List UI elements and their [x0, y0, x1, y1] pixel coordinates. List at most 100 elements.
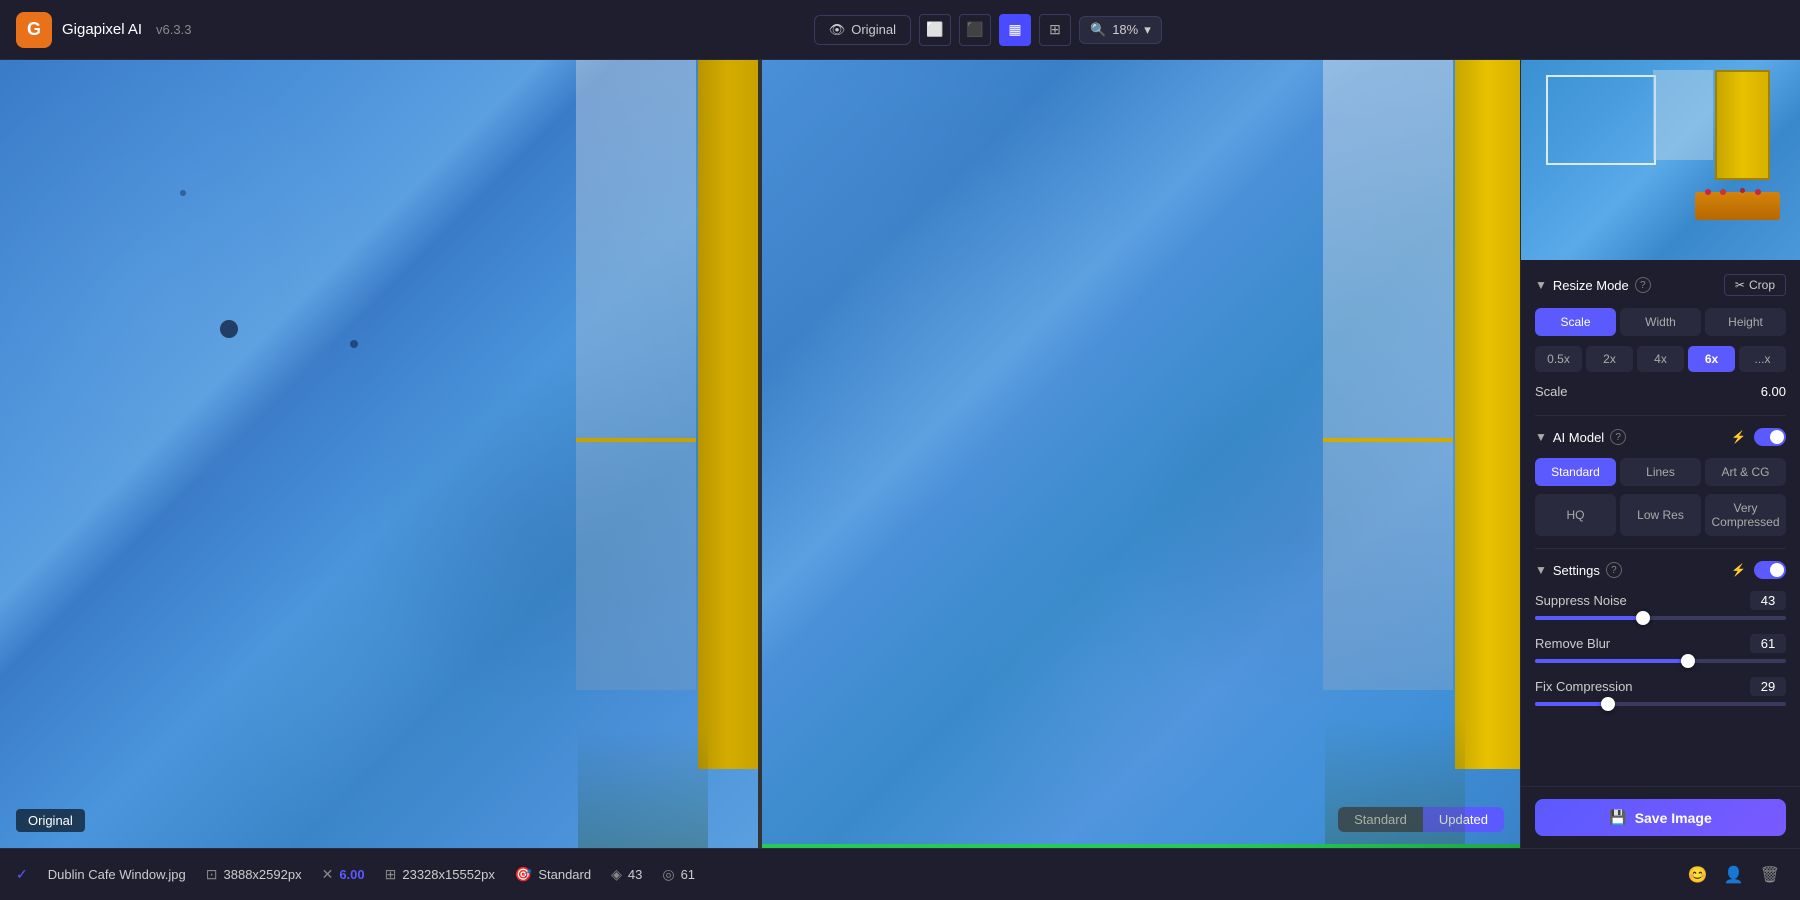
filename: Dublin Cafe Window.jpg — [48, 867, 186, 882]
person-icon[interactable]: 👤 — [1720, 861, 1748, 889]
ai-model-chevron-icon[interactable]: ▼ — [1535, 430, 1547, 444]
fix-compression-value: 29 — [1750, 677, 1786, 696]
output-size-icon: ⊞ — [385, 866, 397, 883]
crop-button[interactable]: ✂ Crop — [1724, 274, 1786, 296]
resize-mode-buttons: Scale Width Height — [1535, 308, 1786, 336]
width-mode-button[interactable]: Width — [1620, 308, 1701, 336]
resize-mode-help-icon[interactable]: ? — [1635, 277, 1651, 293]
divider-2 — [1535, 548, 1786, 549]
view-split-v-button[interactable]: ⬛ — [959, 14, 991, 46]
suppress-noise-control: Suppress Noise 43 — [1535, 591, 1786, 620]
model-art-cg-button[interactable]: Art & CG — [1705, 458, 1786, 486]
fix-compression-control: Fix Compression 29 — [1535, 677, 1786, 706]
save-area: 💾 Save Image — [1521, 786, 1800, 848]
view-quad-button[interactable]: ⊞ — [1039, 14, 1071, 46]
scale-preset-buttons: 0.5x 2x 4x 6x ...x — [1535, 346, 1786, 372]
blur-stat: ◎ 61 — [662, 866, 695, 883]
ai-model-section-header: ▼ AI Model ? ⚡ — [1535, 428, 1786, 446]
height-mode-button[interactable]: Height — [1705, 308, 1786, 336]
resize-chevron-icon[interactable]: ▼ — [1535, 278, 1547, 292]
suppress-noise-value: 43 — [1750, 591, 1786, 610]
model-standard-button[interactable]: Standard — [1535, 458, 1616, 486]
scale-custom-button[interactable]: ...x — [1739, 346, 1786, 372]
scale-2x-button[interactable]: 2x — [1586, 346, 1633, 372]
eye-icon: 👁 — [829, 22, 846, 38]
right-image-pane: Standard Updated — [762, 60, 1520, 848]
noise-stat: ◈ 43 — [611, 866, 642, 883]
chevron-down-icon: ▾ — [1144, 22, 1151, 38]
ai-model-help-icon[interactable]: ? — [1610, 429, 1626, 445]
thumbnail-area — [1521, 60, 1800, 260]
logo-area: G Gigapixel AI v6.3.3 — [16, 12, 191, 48]
face-happy-icon[interactable]: 😊 — [1684, 861, 1712, 889]
original-size-value: 3888x2592px — [224, 867, 302, 882]
settings-help-icon[interactable]: ? — [1606, 562, 1622, 578]
view-single-button[interactable]: ⬜ — [919, 14, 951, 46]
fix-compression-fill — [1535, 702, 1608, 706]
scale-6x-button[interactable]: 6x — [1688, 346, 1735, 372]
suppress-noise-thumb[interactable] — [1636, 611, 1650, 625]
original-button[interactable]: 👁 Original — [814, 15, 911, 45]
output-size-value: 23328x15552px — [402, 867, 495, 882]
zoom-control[interactable]: 🔍 18% ▾ — [1079, 16, 1162, 44]
remove-blur-thumb[interactable] — [1681, 654, 1695, 668]
zoom-value: 18% — [1112, 22, 1138, 37]
settings-section-header: ▼ Settings ? ⚡ — [1535, 561, 1786, 579]
noise-icon: ◈ — [611, 866, 622, 883]
model-lines-button[interactable]: Lines — [1620, 458, 1701, 486]
model-very-compressed-button[interactable]: Very Compressed — [1705, 494, 1786, 536]
scale-icon: ✕ — [322, 866, 334, 883]
scale-4x-button[interactable]: 4x — [1637, 346, 1684, 372]
toolbar-center: 👁 Original ⬜ ⬛ ▦ ⊞ 🔍 18% ▾ — [191, 14, 1784, 46]
canvas-area[interactable]: Original Standard Upd — [0, 60, 1520, 848]
model-hq-button[interactable]: HQ — [1535, 494, 1616, 536]
suppress-noise-track[interactable] — [1535, 616, 1786, 620]
bottom-actions: 😊 👤 🗑 — [1684, 861, 1784, 889]
title-bar: G Gigapixel AI v6.3.3 👁 Original ⬜ ⬛ ▦ ⊞… — [0, 0, 1800, 60]
image-size-icon: ⊡ — [206, 866, 218, 883]
scale-0-5x-button[interactable]: 0.5x — [1535, 346, 1582, 372]
divider-1 — [1535, 415, 1786, 416]
fix-compression-track[interactable] — [1535, 702, 1786, 706]
model-stat-value: Standard — [538, 867, 591, 882]
ai-bolt-icon: ⚡ — [1731, 430, 1746, 444]
settings-toggle[interactable] — [1754, 561, 1786, 579]
scale-value: 6.00 — [1761, 384, 1786, 399]
zoom-icon: 🔍 — [1090, 22, 1106, 38]
blur-icon: ◎ — [662, 866, 674, 883]
scale-row: Scale 6.00 — [1535, 384, 1786, 399]
right-panel: ▼ Resize Mode ? ✂ Crop Scale Width Heigh… — [1520, 60, 1800, 848]
trash-icon[interactable]: 🗑 — [1756, 861, 1784, 889]
remove-blur-track[interactable] — [1535, 659, 1786, 663]
image-container: Original Standard Upd — [0, 60, 1520, 848]
checkmark-icon: ✓ — [16, 866, 28, 883]
app-name: Gigapixel AI — [62, 21, 142, 38]
resize-mode-title: Resize Mode — [1553, 278, 1629, 293]
resize-mode-section-header: ▼ Resize Mode ? ✂ Crop — [1535, 274, 1786, 296]
save-image-button[interactable]: 💾 Save Image — [1535, 799, 1786, 836]
remove-blur-value: 61 — [1750, 634, 1786, 653]
settings-chevron-icon[interactable]: ▼ — [1535, 563, 1547, 577]
model-low-res-button[interactable]: Low Res — [1620, 494, 1701, 536]
fix-compression-label: Fix Compression — [1535, 679, 1633, 694]
noise-stat-value: 43 — [628, 867, 642, 882]
ai-model-toggle[interactable] — [1754, 428, 1786, 446]
scale-mode-button[interactable]: Scale — [1535, 308, 1616, 336]
ai-model-row1: Standard Lines Art & CG — [1535, 458, 1786, 486]
original-size-stat: ⊡ 3888x2592px — [206, 866, 302, 883]
panel-settings: ▼ Resize Mode ? ✂ Crop Scale Width Heigh… — [1521, 260, 1800, 786]
thumbnail-image — [1521, 60, 1800, 260]
model-stat: 🎯 Standard — [515, 866, 591, 883]
blur-stat-value: 61 — [681, 867, 695, 882]
scale-stat-value: 6.00 — [339, 867, 364, 882]
output-size-stat: ⊞ 23328x15552px — [385, 866, 495, 883]
view-split-h-button[interactable]: ▦ — [999, 14, 1031, 46]
ai-model-row2: HQ Low Res Very Compressed — [1535, 494, 1786, 536]
suppress-noise-fill — [1535, 616, 1643, 620]
remove-blur-control: Remove Blur 61 — [1535, 634, 1786, 663]
crop-icon: ✂ — [1735, 278, 1745, 292]
fix-compression-thumb[interactable] — [1601, 697, 1615, 711]
thumbnail-selection — [1546, 75, 1656, 165]
ai-model-title: AI Model — [1553, 430, 1604, 445]
scale-label: Scale — [1535, 384, 1568, 399]
